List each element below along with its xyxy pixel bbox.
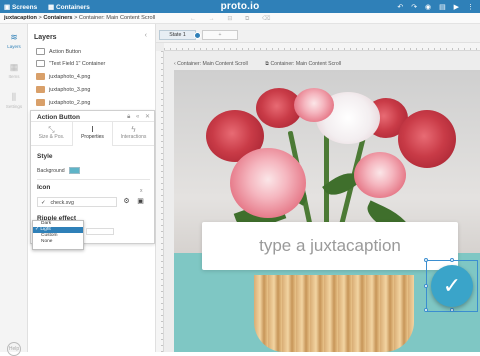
lightning-icon: ϟ	[131, 125, 136, 134]
image-picker-icon[interactable]: ▣	[135, 197, 146, 207]
ripple-dropdown[interactable]: Dark ✓ Light Custom None	[32, 220, 84, 250]
text-cursor-icon: Ⅰ	[91, 125, 94, 134]
layer-item[interactable]: "Text Field 1" Container	[36, 60, 105, 71]
canvas-area: State 1 + ‹ Container: Main Content Scro…	[156, 24, 480, 352]
align-icon[interactable]: ⊟	[227, 16, 232, 22]
more-icon[interactable]: ⋮	[467, 4, 474, 11]
resize-handle[interactable]	[424, 284, 428, 288]
tab-properties[interactable]: Ⅰ Properties	[72, 122, 113, 146]
canvas-crumb-b[interactable]: ⧉ Container: Main Content Scroll	[265, 61, 349, 67]
breadcrumb-project[interactable]: juxtacaption	[4, 15, 37, 21]
button-thumb-icon	[36, 48, 45, 55]
redo-icon[interactable]: ↷	[411, 4, 417, 11]
items-icon: ▦	[9, 62, 19, 72]
copy-icon[interactable]: ⧉	[245, 16, 249, 22]
breadcrumb-bar: juxtacaption > Containers > Container: M…	[0, 13, 480, 24]
resize-handle[interactable]	[450, 258, 454, 262]
properties-tabs: ⤡ Size & Pos. Ⅰ Properties ϟ Interaction…	[31, 122, 154, 146]
ripple-select[interactable]	[86, 228, 114, 235]
grid-icon[interactable]: ▤	[439, 4, 446, 11]
caption-placeholder: type a juxtacaption	[259, 236, 401, 255]
resize-icon: ⤡	[48, 125, 55, 134]
resize-handle[interactable]	[424, 258, 428, 262]
undo-icon[interactable]: ↶	[397, 4, 403, 11]
iconbar-settings[interactable]: ⫼ Settings	[0, 92, 28, 109]
close-icon[interactable]: ✕	[145, 114, 150, 120]
layers-icon: ≋	[10, 32, 18, 42]
iconbar-items[interactable]: ▦ Items	[0, 62, 28, 79]
breadcrumb-containers[interactable]: Containers	[43, 15, 72, 21]
lock-icon[interactable]: 🔒︎	[127, 114, 130, 120]
layer-item[interactable]: juxtaphoto_2.png	[36, 99, 90, 110]
basket	[254, 275, 414, 352]
canvas-crumb-a[interactable]: ‹ Container: Main Content Scroll	[174, 61, 256, 67]
action-button[interactable]: ✓	[431, 265, 473, 307]
forward-icon[interactable]: →	[209, 16, 215, 22]
state-handle-icon[interactable]	[194, 32, 201, 39]
collapse-panel-icon[interactable]: ‹	[145, 32, 147, 39]
iconbar-layers[interactable]: ≋ Layers	[0, 32, 28, 49]
pink-peony	[294, 88, 334, 122]
eye-icon[interactable]: ◉	[425, 4, 431, 11]
image-thumb-icon	[36, 99, 45, 106]
settings-icon: ⫼	[11, 92, 17, 102]
layer-item[interactable]: juxtaphoto_4.png	[36, 73, 90, 84]
pink-peony	[230, 148, 306, 218]
image-thumb-icon	[36, 86, 45, 93]
red-peony	[398, 110, 456, 168]
dropdown-option[interactable]: None	[33, 239, 83, 245]
image-thumb-icon	[36, 73, 45, 80]
play-icon[interactable]: ▶	[454, 4, 459, 11]
check-icon: ✓	[41, 199, 46, 206]
top-bar-actions: ↶ ↷ ◉ ▤ ▶ ⋮	[391, 3, 474, 11]
style-heading: Style	[37, 153, 53, 160]
canvas-breadcrumb: ‹ Container: Main Content Scroll ⧉ Conta…	[174, 61, 357, 68]
gear-icon[interactable]: ⚙	[121, 197, 132, 207]
horizontal-ruler[interactable]	[164, 43, 480, 51]
state-bar: State 1 +	[156, 24, 480, 43]
crumb-toolbar: ← → ⊟ ⧉ ⌫	[190, 15, 282, 23]
properties-title: Action Button	[37, 113, 80, 121]
resize-handle[interactable]	[450, 308, 454, 312]
properties-header: Action Button 🔒︎ « ✕	[31, 111, 154, 122]
back-icon[interactable]: ←	[190, 16, 196, 22]
background-label: Background	[37, 168, 65, 174]
left-icon-bar: ≋ Layers ▦ Items ⫼ Settings Help	[0, 24, 28, 356]
pink-peony	[354, 152, 406, 198]
vertical-ruler[interactable]	[156, 51, 164, 352]
background-color-swatch[interactable]	[69, 167, 80, 174]
layers-title: Layers	[34, 34, 57, 41]
resize-handle[interactable]	[424, 308, 428, 312]
divider	[37, 179, 150, 180]
icon-heading: Icon	[37, 184, 51, 191]
help-button[interactable]: Help	[7, 342, 21, 356]
layer-item[interactable]: Action Button	[36, 48, 81, 59]
clear-icon[interactable]: x	[140, 188, 143, 194]
layer-item[interactable]: juxtaphoto_3.png	[36, 86, 90, 97]
check-icon: ✓	[442, 273, 462, 298]
top-bar: ▣ Screens ▦ Containers proto.io ↶ ↷ ◉ ▤ …	[0, 0, 480, 13]
add-state-button[interactable]: +	[202, 30, 238, 40]
breadcrumb-current: Container: Main Content Scroll	[78, 15, 156, 21]
screen-preview[interactable]: type a juxtacaption ✓	[174, 70, 480, 352]
tab-interactions[interactable]: ϟ Interactions	[113, 122, 154, 146]
collapse-icon[interactable]: «	[136, 114, 139, 120]
trash-icon[interactable]: ⌫	[262, 16, 270, 22]
breadcrumb: juxtacaption > Containers > Container: M…	[4, 15, 156, 21]
textfield-thumb-icon	[36, 60, 45, 67]
state-tab[interactable]: State 1	[159, 30, 196, 40]
tab-size-pos[interactable]: ⤡ Size & Pos.	[31, 122, 72, 146]
caption-text-field[interactable]: type a juxtacaption	[202, 222, 458, 270]
icon-field[interactable]: ✓ check.svg	[37, 197, 117, 207]
